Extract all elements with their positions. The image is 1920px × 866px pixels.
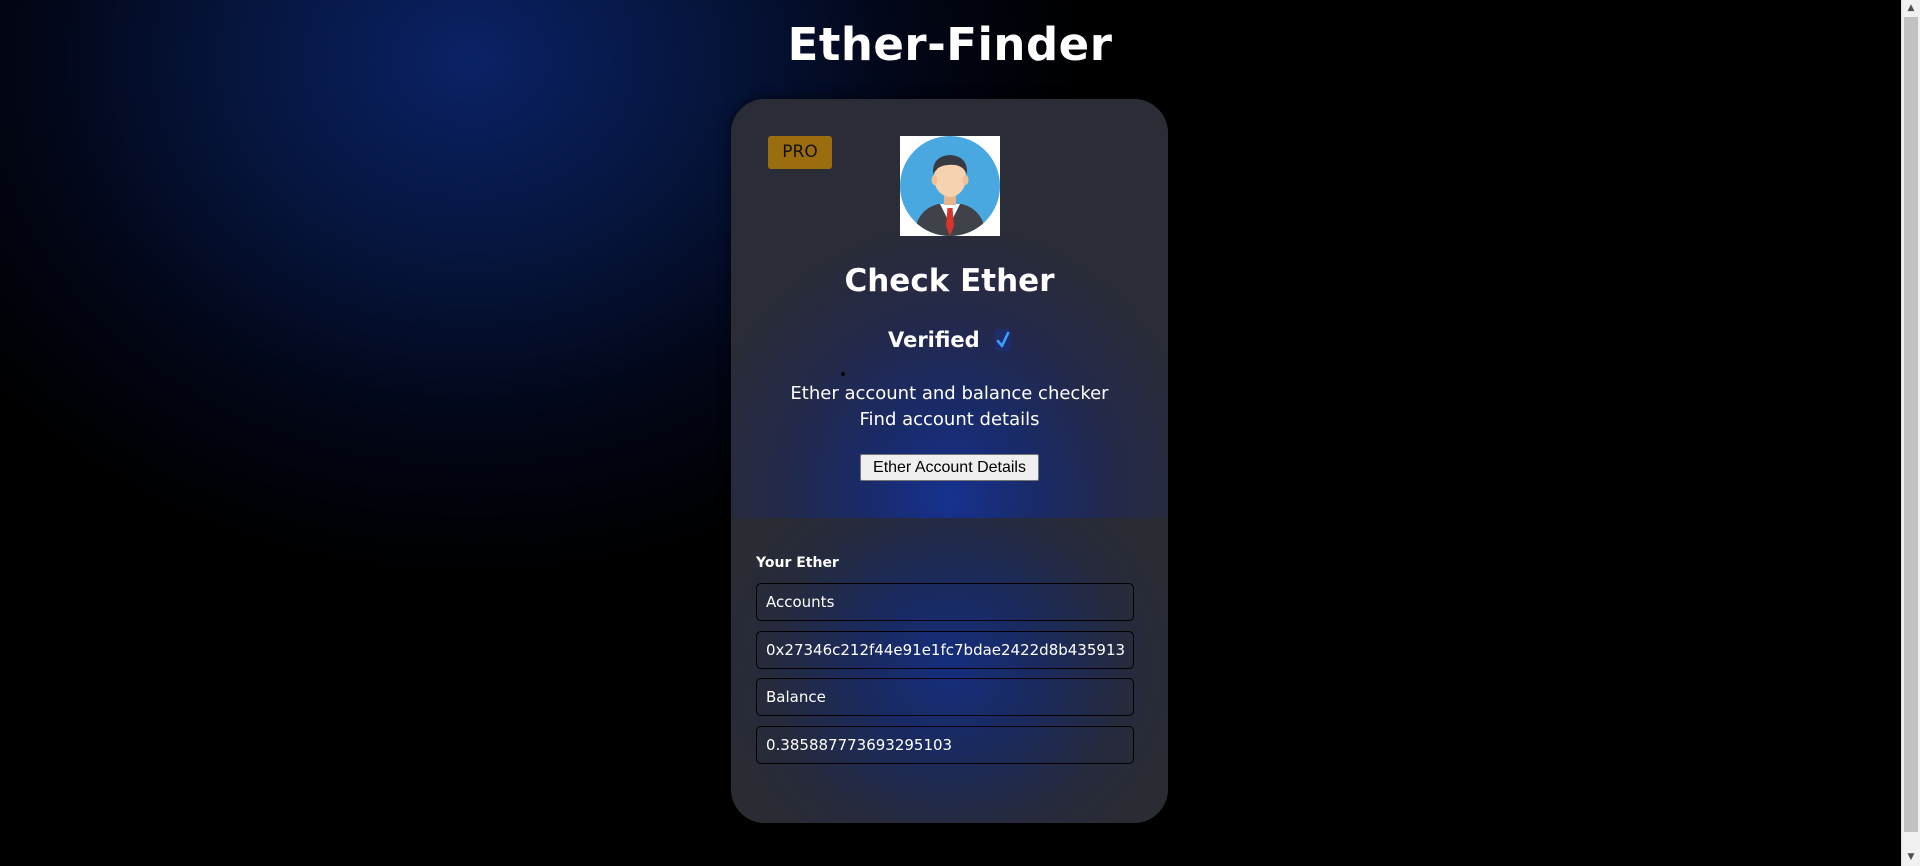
scroll-up-arrow-icon[interactable]: ▲ [1902, 0, 1920, 17]
verified-status: Verified [731, 327, 1168, 352]
card-title: Check Ether [844, 263, 1055, 299]
scroll-down-arrow-icon[interactable]: ▼ [1902, 849, 1920, 866]
card-header-section: PRO Check Ether Verified Ether account a… [731, 99, 1168, 518]
description-line-1: Ether account and balance checker [790, 383, 1109, 404]
verified-label: Verified [887, 328, 980, 352]
check-icon [995, 329, 1012, 351]
vertical-scrollbar[interactable]: ▲ ▼ [1901, 0, 1920, 866]
account-address-field[interactable] [756, 631, 1134, 669]
balance-label-field[interactable] [756, 678, 1134, 716]
scrollbar-thumb[interactable] [1904, 17, 1918, 832]
businessman-avatar-icon [900, 136, 1000, 236]
avatar [900, 136, 1000, 236]
your-ether-label: Your Ether [756, 555, 839, 571]
profile-card: PRO Check Ether Verified Ether account a… [731, 99, 1168, 823]
page-title: Ether-Finder [787, 18, 1113, 71]
pro-badge: PRO [768, 136, 832, 169]
accounts-field[interactable] [756, 583, 1134, 621]
ether-account-details-button[interactable]: Ether Account Details [860, 454, 1039, 481]
description-line-2: Find account details [859, 409, 1040, 430]
decorative-dot [841, 372, 845, 376]
balance-value-field[interactable] [756, 726, 1134, 764]
